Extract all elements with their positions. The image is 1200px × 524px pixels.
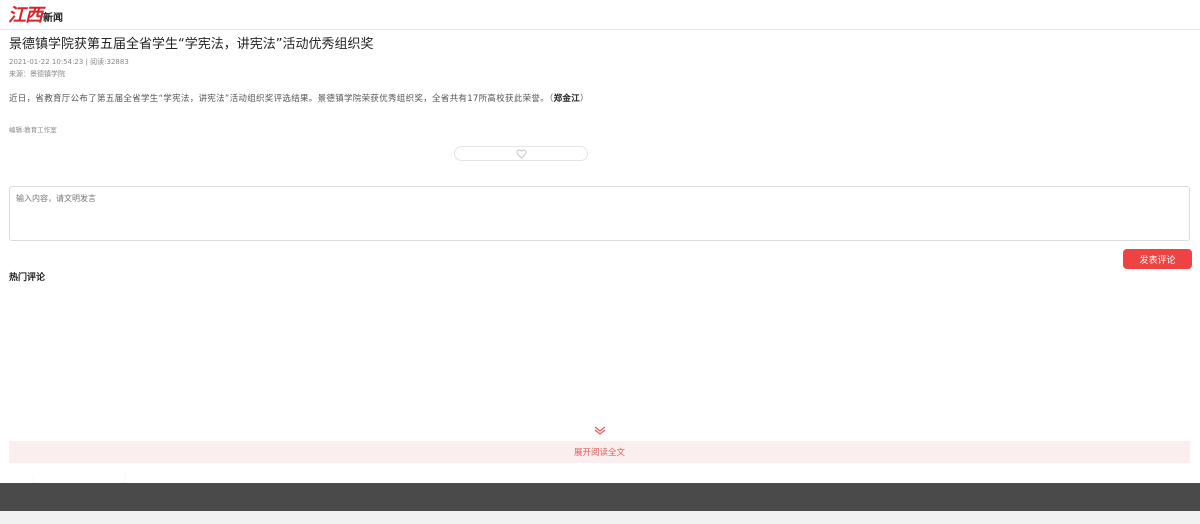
article-body-end: ） bbox=[580, 94, 589, 104]
chevron-down-icon[interactable] bbox=[594, 425, 606, 435]
article-body-text: 近日，省教育厅公布了第五届全省学生“学宪法，讲宪法”活动组织奖评选结果。景德镇学… bbox=[9, 94, 554, 104]
logo-brand: 江西 bbox=[8, 5, 43, 26]
article-date-reads: 2021-01-22 10:54:23 | 阅读:32883 bbox=[9, 58, 129, 66]
article-source: 来源：景德镇学院 bbox=[9, 70, 65, 78]
expand-full-text-button[interactable]: 展开阅读全文 bbox=[9, 441, 1190, 463]
logo-sub: 新闻 bbox=[43, 13, 63, 24]
article-body: 近日，省教育厅公布了第五届全省学生“学宪法，讲宪法”活动组织奖评选结果。景德镇学… bbox=[9, 92, 589, 104]
heart-icon bbox=[516, 148, 526, 159]
comment-input[interactable] bbox=[9, 186, 1190, 241]
like-button[interactable] bbox=[454, 146, 588, 161]
article-editor: 编辑:教育工作室 bbox=[9, 126, 57, 134]
hot-comments-title: 热门评论 bbox=[9, 273, 46, 283]
site-logo[interactable]: 江西 新闻 bbox=[8, 5, 63, 25]
submit-comment-button[interactable]: 发表评论 bbox=[1123, 249, 1192, 269]
top-bar: 江西 新闻 bbox=[0, 0, 1200, 30]
article-meta: 2021-01-22 10:54:23 | 阅读:32883 来源：景德镇学院 bbox=[9, 56, 129, 80]
footer-bar bbox=[0, 483, 1200, 511]
article-author: 郑金江 bbox=[553, 94, 580, 104]
bottom-strip bbox=[0, 511, 1200, 524]
article-title: 景德镇学院获第五届全省学生“学宪法，讲宪法”活动优秀组织奖 bbox=[9, 37, 374, 52]
